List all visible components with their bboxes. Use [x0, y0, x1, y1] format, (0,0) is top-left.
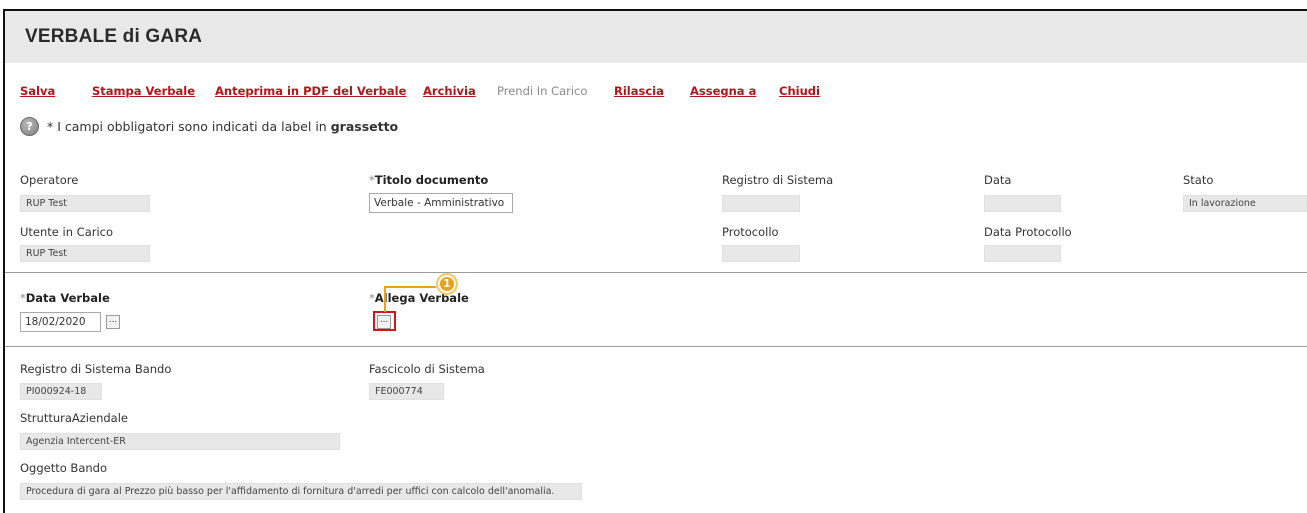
operatore-value: RUP Test — [20, 195, 150, 212]
salva-button[interactable]: Salva — [20, 84, 55, 98]
data-verbale-input[interactable]: 18/02/2020 — [20, 312, 101, 332]
data-label: Data — [984, 173, 1012, 187]
stampa-verbale-button[interactable]: Stampa Verbale — [92, 84, 195, 98]
page-header: VERBALE di GARA — [5, 11, 1307, 63]
note-text: * I campi obbligatori sono indicati da l… — [47, 119, 331, 134]
data-protocollo-value — [984, 245, 1061, 262]
operatore-label: Operatore — [20, 173, 79, 187]
archivia-button[interactable]: Archivia — [423, 84, 476, 98]
assegna-a-button[interactable]: Assegna a — [690, 84, 756, 98]
data-verbale-calendar-button[interactable]: ... — [106, 315, 120, 329]
titolo-documento-input[interactable]: Verbale - Amministrativo — [369, 193, 513, 213]
callout-line — [384, 286, 436, 288]
anteprima-pdf-button[interactable]: Anteprima in PDF del Verbale — [215, 84, 406, 98]
help-icon[interactable]: ? — [20, 117, 39, 136]
note-bold-text: grassetto — [330, 119, 399, 134]
chiudi-button[interactable]: Chiudi — [779, 84, 820, 98]
callout-line — [384, 287, 386, 312]
registro-sistema-bando-value: PI000924-18 — [20, 383, 102, 400]
registro-sistema-value — [722, 195, 800, 212]
stato-value: In lavorazione — [1183, 195, 1307, 212]
rilascia-button[interactable]: Rilascia — [614, 84, 664, 98]
section-divider — [5, 272, 1307, 273]
registro-sistema-bando-label: Registro di Sistema Bando — [20, 362, 172, 376]
data-value — [984, 195, 1061, 212]
data-verbale-label: *Data Verbale — [20, 291, 110, 305]
data-protocollo-label: Data Protocollo — [984, 225, 1072, 239]
protocollo-value — [722, 245, 800, 262]
prendi-in-carico-button: Prendi In Carico — [497, 84, 588, 98]
struttura-aziendale-value: Agenzia Intercent-ER — [20, 433, 340, 450]
fascicolo-sistema-label: Fascicolo di Sistema — [369, 362, 485, 376]
titolo-documento-label: *Titolo documento — [369, 173, 489, 187]
highlight-box — [373, 311, 396, 331]
page-title: VERBALE di GARA — [25, 26, 203, 47]
oggetto-bando-label: Oggetto Bando — [20, 461, 107, 475]
oggetto-bando-value: Procedura di gara al Prezzo più basso pe… — [20, 483, 582, 500]
registro-sistema-label: Registro di Sistema — [722, 173, 834, 187]
utente-in-carico-label: Utente in Carico — [20, 225, 114, 239]
protocollo-label: Protocollo — [722, 225, 779, 239]
struttura-aziendale-label: StrutturaAziendale — [20, 411, 128, 425]
callout-badge: 1 — [436, 273, 458, 295]
fascicolo-sistema-value: FE000774 — [369, 383, 444, 400]
utente-in-carico-value: RUP Test — [20, 245, 150, 262]
section-divider — [5, 346, 1307, 347]
stato-label: Stato — [1183, 173, 1214, 187]
